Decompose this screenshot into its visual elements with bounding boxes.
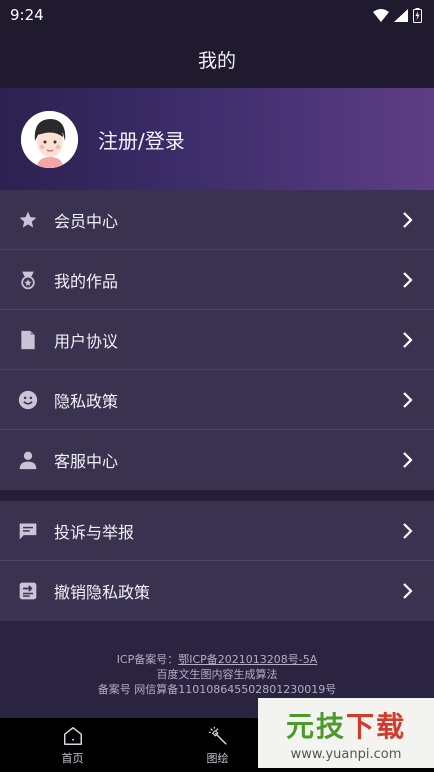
wifi-icon: [373, 8, 389, 22]
chevron-right-icon: [403, 391, 413, 408]
menu-item-user-agreement[interactable]: 用户协议: [0, 310, 434, 370]
avatar[interactable]: [21, 110, 78, 168]
menu-item-label: 我的作品: [54, 271, 119, 291]
menu-item-customer-service[interactable]: 客服中心: [0, 430, 434, 490]
menu-item-label: 会员中心: [54, 211, 119, 231]
menu-item-label: 用户协议: [54, 331, 119, 351]
footer-algorithm-line: 百度文生图内容生成算法: [156, 667, 278, 681]
menu-item-label: 客服中心: [54, 452, 119, 471]
menu-item-membership[interactable]: 会员中心: [0, 190, 434, 250]
nav-item-home[interactable]: 首页: [0, 718, 145, 772]
menu-item-my-works[interactable]: 我的作品: [0, 250, 434, 310]
status-time: 9:24: [10, 6, 44, 24]
chevron-right-icon: [403, 211, 413, 228]
menu-item-label: 隐私政策: [54, 391, 119, 411]
menu-item-privacy-policy[interactable]: 隐私政策: [0, 370, 434, 430]
footer-icp-link[interactable]: 鄂ICP备2021013208号-5A: [178, 653, 317, 666]
smiley-icon: [18, 390, 38, 410]
footer-record-line: 备案号 网信算备110108645502801230019号: [97, 682, 337, 696]
document-icon: [18, 330, 38, 350]
menu-group-main: 会员中心 我的作品 用户协议 隐私政策 客服中心: [0, 190, 434, 490]
footer-icp-line: ICP备案号：鄂ICP备2021013208号-5A: [117, 652, 318, 667]
watermark-title-red: 下载: [346, 709, 407, 743]
menu-group-secondary: 投诉与举报 撤销隐私政策: [0, 501, 434, 621]
watermark-title-green: 元技: [285, 709, 346, 743]
status-icons: [373, 7, 422, 23]
battery-icon: [413, 7, 422, 23]
star-icon: [18, 210, 38, 230]
watermark-url: www.yuanpi.com: [290, 746, 402, 762]
nav-label: 图绘: [206, 751, 229, 765]
chevron-right-icon: [403, 583, 413, 599]
page-title: 我的: [0, 30, 434, 88]
chevron-right-icon: [403, 522, 413, 539]
watermark-title: 元技下载: [286, 705, 406, 745]
status-bar: 9:24: [0, 0, 434, 30]
chevron-right-icon: [403, 271, 413, 288]
menu-item-revoke-privacy[interactable]: 撤销隐私政策: [0, 561, 434, 621]
profile-banner[interactable]: 注册/登录: [0, 88, 434, 190]
chevron-right-icon: [403, 331, 413, 348]
login-register-link[interactable]: 注册/登录: [98, 125, 185, 154]
home-icon: [63, 726, 82, 745]
menu-item-complaint-report[interactable]: 投诉与举报: [0, 501, 434, 561]
menu-item-label: 撤销隐私政策: [54, 583, 151, 602]
menu-item-label: 投诉与举报: [54, 522, 135, 542]
signal-icon: [394, 8, 408, 22]
section-divider: [0, 490, 434, 501]
chevron-right-icon: [403, 452, 413, 468]
magic-wand-icon: [208, 726, 227, 745]
message-icon: [18, 521, 38, 541]
avatar-face-icon: [21, 110, 78, 168]
medal-icon: [18, 270, 38, 290]
person-icon: [18, 450, 38, 470]
nav-label: 首页: [61, 751, 84, 765]
revoke-icon: [18, 581, 38, 601]
footer-icp-prefix: ICP备案号：: [116, 652, 179, 666]
watermark-logo: 元技下载 www.yuanpi.com: [258, 698, 434, 768]
